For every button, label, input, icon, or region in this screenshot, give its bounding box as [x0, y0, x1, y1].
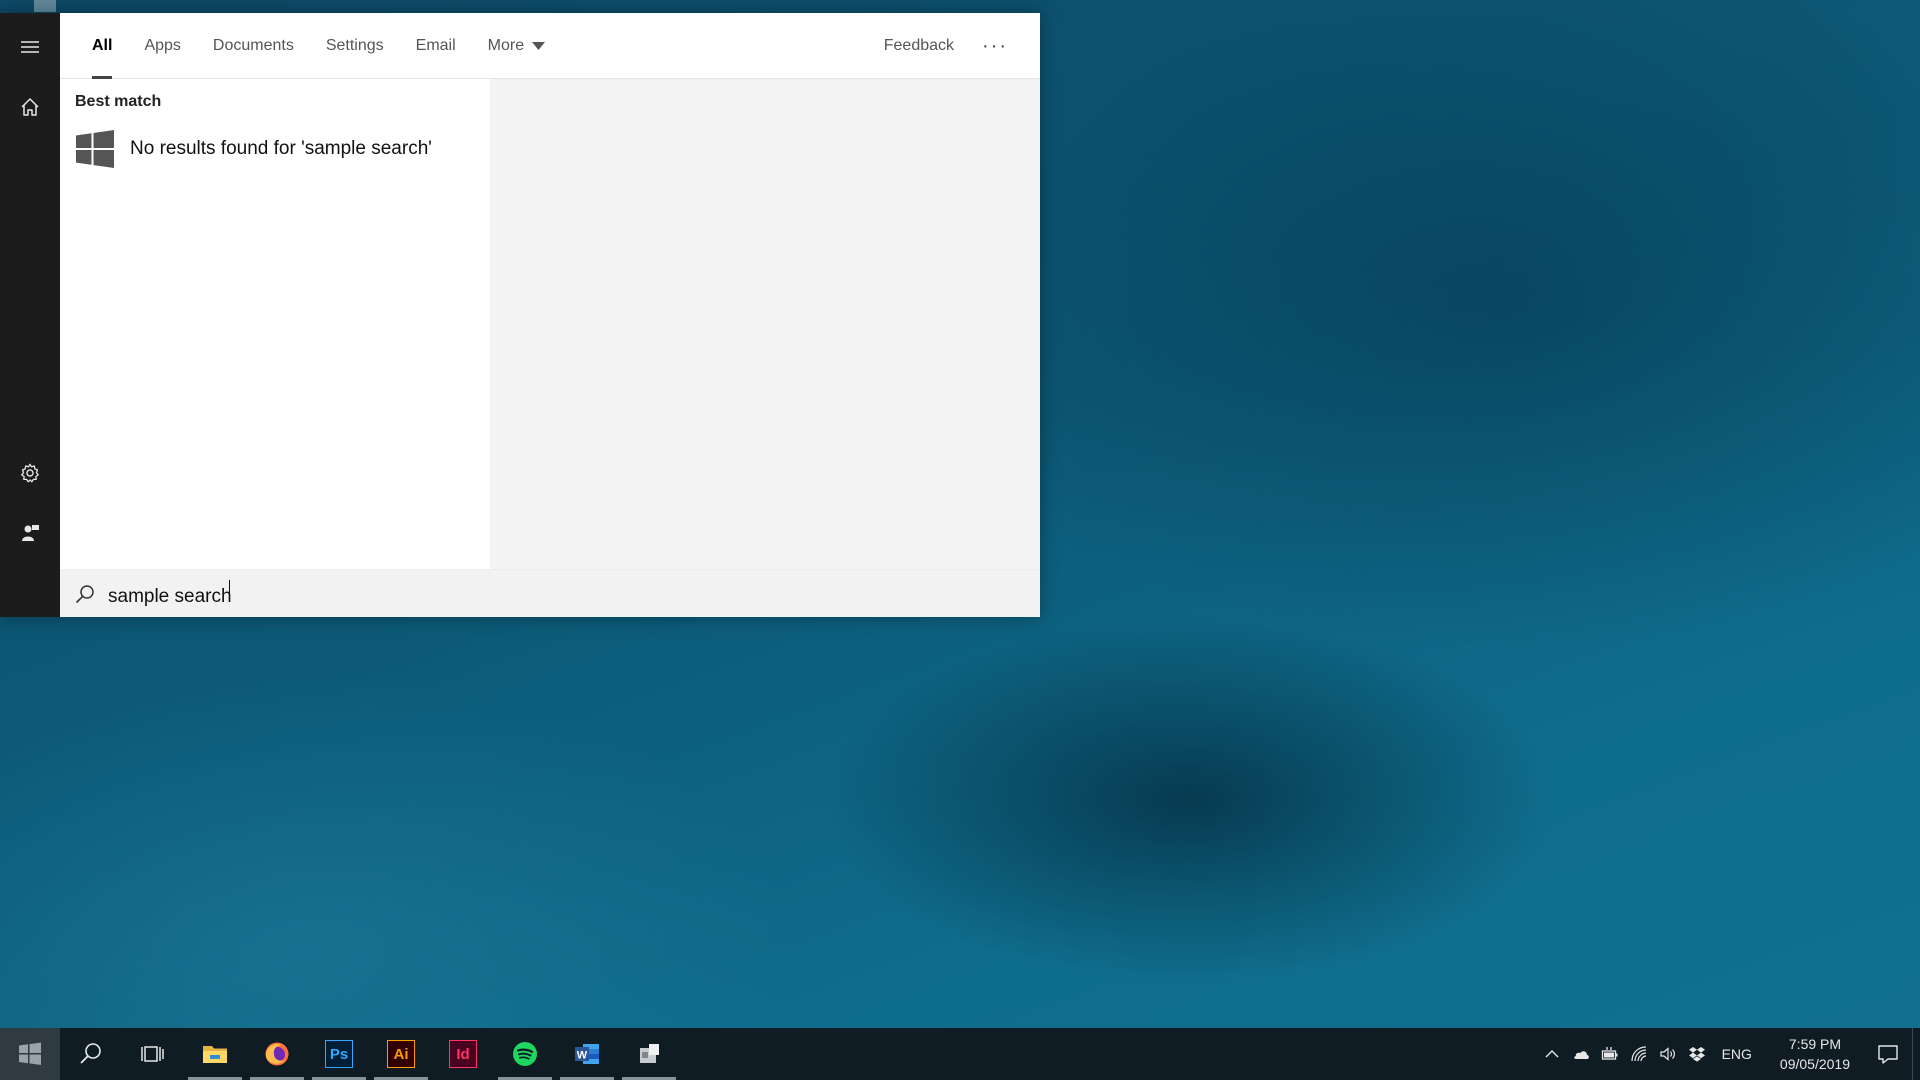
word-icon: W [575, 1044, 599, 1064]
rail-bottom-group [0, 443, 60, 563]
start-rail [0, 13, 60, 617]
preview-pane [490, 79, 1040, 569]
search-filter-tabs: All Apps Documents Settings Email More F… [60, 13, 1040, 79]
task-view-icon [141, 1046, 164, 1062]
cloud-icon [1574, 1051, 1589, 1059]
taskbar-app-installer[interactable] [618, 1028, 680, 1080]
start-button[interactable] [0, 1028, 60, 1080]
battery-tray-button[interactable] [1596, 1028, 1625, 1080]
taskbar-app-indesign[interactable]: Id [432, 1028, 494, 1080]
photoshop-icon: Ps [325, 1040, 353, 1068]
caret-down-icon [532, 41, 546, 50]
results-area: Best match No results found for 'sample … [60, 79, 1040, 569]
taskbar-app-word[interactable]: W [556, 1028, 618, 1080]
chevron-up-icon [1545, 1050, 1559, 1058]
home-icon [21, 98, 39, 116]
tab-settings-label: Settings [325, 36, 384, 54]
tabs-right-group: Feedback ··· [870, 13, 1022, 79]
search-icon [80, 1043, 101, 1064]
system-tray: ENG 7:59 PM 09/05/2019 [1538, 1028, 1920, 1080]
clock-date: 09/05/2019 [1779, 1056, 1850, 1072]
tab-email-label: Email [415, 36, 456, 54]
taskbar-app-spotify[interactable] [494, 1028, 556, 1080]
settings-button[interactable] [0, 443, 60, 503]
taskbar-app-illustrator[interactable]: Ai [370, 1028, 432, 1080]
feedback-link[interactable]: Feedback [870, 37, 968, 55]
volume-tray-button[interactable] [1654, 1028, 1683, 1080]
notification-icon [1878, 1045, 1898, 1064]
task-view-button[interactable] [122, 1028, 184, 1080]
tab-apps-label: Apps [144, 36, 181, 54]
taskbar: Ps Ai Id W ENG 7:59 PM 09/05/2019 [0, 1028, 1920, 1080]
start-search-panel: All Apps Documents Settings Email More F… [0, 13, 1040, 617]
indesign-icon: Id [449, 1040, 477, 1068]
firefox-icon [265, 1042, 289, 1066]
gear-icon [21, 463, 39, 483]
windows-logo-icon [76, 130, 114, 168]
onedrive-tray-button[interactable] [1567, 1028, 1596, 1080]
tab-documents-label: Documents [212, 36, 294, 54]
wifi-icon [1631, 1046, 1647, 1062]
text-caret [228, 579, 230, 602]
dropbox-tray-button[interactable] [1683, 1028, 1712, 1080]
word-icon-letter: W [577, 1050, 588, 1062]
search-box[interactable]: sample search [60, 569, 1040, 617]
desktop-icon-peek [34, 0, 56, 12]
show-hidden-icons-button[interactable] [1538, 1028, 1567, 1080]
tab-settings[interactable]: Settings [310, 13, 400, 79]
tab-all[interactable]: All [76, 13, 128, 79]
clock[interactable]: 7:59 PM 09/05/2019 [1766, 1034, 1864, 1074]
installer-icon [640, 1044, 659, 1063]
taskbar-app-firefox[interactable] [246, 1028, 308, 1080]
illustrator-icon: Ai [387, 1040, 415, 1068]
clock-time: 7:59 PM [1788, 1036, 1842, 1052]
tab-email[interactable]: Email [400, 13, 472, 79]
tab-more-label: More [487, 36, 525, 54]
user-feedback-icon [22, 525, 39, 541]
battery-plug-icon [1601, 1047, 1618, 1060]
show-desktop-button[interactable] [1912, 1028, 1920, 1080]
folder-icon [203, 1046, 227, 1063]
search-icon [75, 584, 94, 603]
taskbar-app-file-explorer[interactable] [184, 1028, 246, 1080]
best-match-heading: Best match [75, 93, 162, 110]
dropbox-icon [1689, 1047, 1706, 1062]
no-results-text: No results found for 'sample search' [130, 138, 432, 159]
taskbar-app-photoshop[interactable]: Ps [308, 1028, 370, 1080]
more-options-button[interactable]: ··· [968, 35, 1022, 58]
no-results-item[interactable]: No results found for 'sample search' [60, 119, 490, 179]
search-panel: All Apps Documents Settings Email More F… [60, 13, 1040, 617]
home-button[interactable] [0, 77, 60, 137]
tab-apps[interactable]: Apps [128, 13, 196, 79]
search-input[interactable]: sample search [108, 579, 508, 608]
taskbar-search-button[interactable] [60, 1028, 122, 1080]
network-tray-button[interactable] [1625, 1028, 1654, 1080]
hamburger-menu-button[interactable] [0, 17, 60, 77]
action-center-button[interactable] [1864, 1028, 1912, 1080]
results-list: Best match No results found for 'sample … [60, 79, 490, 569]
tab-all-label: All [92, 36, 113, 54]
spotify-icon [513, 1042, 537, 1066]
hamburger-menu-icon [21, 41, 39, 53]
feedback-hub-button[interactable] [0, 503, 60, 563]
tab-more-dropdown[interactable]: More [472, 13, 561, 79]
windows-start-icon [19, 1042, 41, 1065]
tab-documents[interactable]: Documents [197, 13, 310, 79]
input-language-indicator[interactable]: ENG [1712, 1046, 1766, 1062]
speaker-icon [1660, 1047, 1676, 1061]
